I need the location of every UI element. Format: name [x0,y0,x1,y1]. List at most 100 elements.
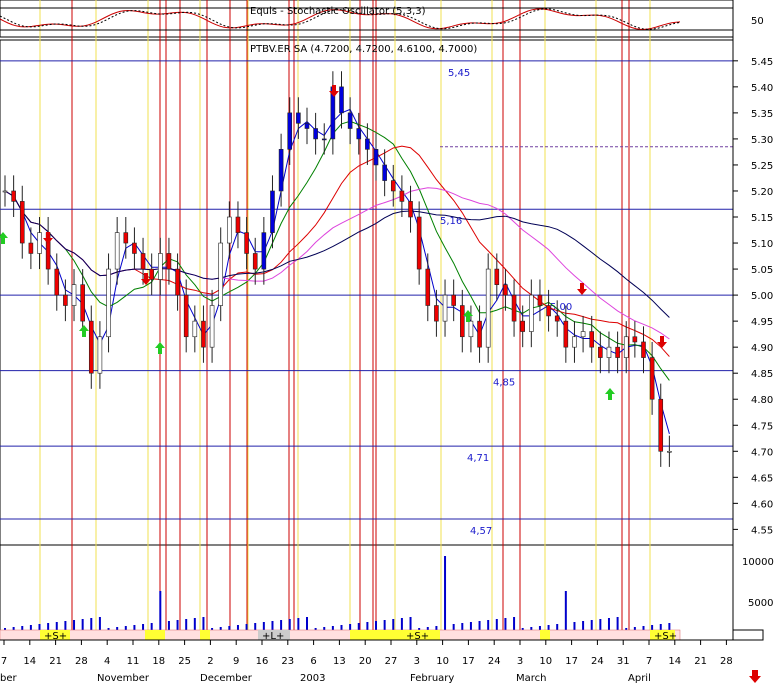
candle-body [97,336,103,374]
candle-body [615,346,620,358]
candle-body [520,320,525,332]
candle-body [477,320,482,348]
x-tick-label: 31 [617,656,630,667]
level-label: 4,85 [493,378,515,389]
candle-body [658,398,664,452]
x-tick-label: 28 [75,656,88,667]
band-segment [145,630,165,640]
candle-body [641,341,646,358]
x-tick-label: 10 [436,656,449,667]
price-tick-label: 4.55 [751,525,773,536]
candle-body [356,128,362,140]
candle-body [459,305,465,338]
x-tick-label: 17 [565,656,578,667]
x-tick-label: 10 [539,656,552,667]
level-label: 4,57 [470,526,492,537]
stock-chart: 5,455,165,004,854,714,57 +S+ +L+ +S+ +S+ 5.… [0,0,774,683]
x-tick-label: 25 [178,656,191,667]
candle-body [572,336,577,348]
candle-body [434,305,439,322]
price-tick-label: 4.85 [751,369,773,380]
level-label: 4,71 [467,453,489,464]
scroll-down-arrow [749,670,761,683]
candle-body [503,284,508,296]
month-label: 2003 [300,673,325,683]
candle-body [175,268,180,296]
x-tick-label: 3 [517,656,523,667]
candle-body [425,268,431,306]
x-tick-label: 7 [1,656,7,667]
candle-body [382,164,387,181]
candle-body [554,315,560,322]
candle-body [287,112,293,150]
candle-body [71,284,77,306]
oscillator-title: Equis - Stochastic Oscillator (5,3,3) [250,6,426,17]
candle-body [54,268,60,296]
x-tick-label: 9 [233,656,239,667]
candle-body [598,346,603,358]
candle-body [399,190,405,202]
price-tick-label: 4.60 [751,499,773,510]
x-tick-label: 6 [310,656,316,667]
price-tick-label: 4.90 [751,343,773,354]
candle-body [19,201,25,244]
candle-body [261,232,267,270]
candle-body [140,253,146,270]
x-tick-label: 21 [694,656,707,667]
price-tick-label: 5.35 [751,109,773,120]
price-tick-label: 5.00 [751,291,773,302]
month-label: March [516,673,546,683]
candle-body [270,190,275,233]
price-frame [0,39,734,641]
price-tick-label: 4.65 [751,473,773,484]
price-tick-label: 5.05 [751,265,773,276]
band-segment [200,630,210,640]
month-label: April [628,673,651,683]
x-tick-label: 14 [668,656,681,667]
x-tick-label: 17 [462,656,475,667]
x-tick-label: 7 [646,656,652,667]
price-tick-label: 5.30 [751,135,773,146]
x-tick-label: 11 [127,656,140,667]
candle-body [667,450,672,453]
candle-body [623,336,629,358]
candle-body [347,112,353,129]
price-tick-label: 4.70 [751,447,773,458]
candle-body [485,268,491,348]
candle-body [632,336,638,343]
candle-body [209,305,215,348]
candle-body [80,284,85,322]
candle-body [123,232,129,244]
candle-body [192,320,198,338]
candle-body [546,305,551,317]
candle-body [529,294,534,332]
candle-body [37,232,42,254]
candle-body [28,242,34,254]
axis-corner-box [732,629,764,641]
candle-body [416,216,422,270]
candle-body [158,253,163,280]
band-background [0,629,681,641]
candle-body [511,294,517,322]
x-tick-label: 13 [333,656,346,667]
x-tick-label: 24 [591,656,604,667]
x-tick-label: 3 [414,656,420,667]
candle-body [11,190,16,202]
price-tick-label: 5.15 [751,213,773,224]
candle-body [166,253,172,270]
price-tick-label: 5.10 [751,239,773,250]
candle-body [244,232,249,254]
price-title: PTBV.ER SA (4.7200, 4.7200, 4.6100, 4.70… [250,44,477,55]
month-label: December [200,673,253,683]
price-tick-label: 4.95 [751,317,773,328]
candle-body [132,242,137,254]
x-tick-label: 23 [281,656,294,667]
candle-body [149,268,154,280]
x-tick-label: 14 [23,656,36,667]
candle-body [313,128,318,140]
x-tick-label: 24 [488,656,501,667]
candle-body [373,149,379,166]
month-label: November [97,673,150,683]
candle-body [106,268,111,338]
candle-body [183,294,189,338]
